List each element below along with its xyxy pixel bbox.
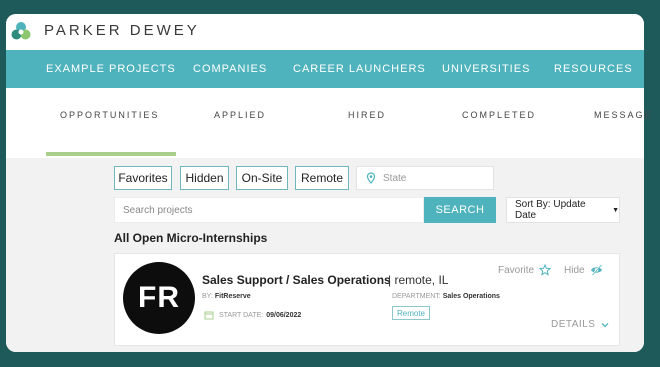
logo-icon[interactable] — [10, 20, 32, 42]
search-button[interactable]: SEARCH — [424, 197, 496, 223]
department-line: DEPARTMENT: Sales Operations — [392, 293, 500, 300]
company-avatar[interactable]: FR — [123, 262, 195, 334]
start-date-label: START DATE: — [219, 311, 264, 319]
start-date-value: 09/06/2022 — [266, 311, 302, 319]
nav-companies[interactable]: COMPANIES — [193, 63, 267, 75]
star-icon — [539, 264, 552, 276]
filter-onsite-button[interactable]: On-Site — [236, 166, 288, 190]
active-tab-indicator — [46, 152, 176, 156]
tab-opportunities[interactable]: OPPORTUNITIES — [60, 110, 159, 120]
tab-hired[interactable]: HIRED — [348, 110, 386, 120]
search-input[interactable]: Search projects — [114, 197, 424, 223]
filter-favorites-button[interactable]: Favorites — [114, 166, 172, 190]
location-pin-icon — [366, 172, 376, 184]
state-placeholder: State — [383, 172, 407, 184]
brand-name[interactable]: PARKER DEWEY — [44, 22, 200, 39]
top-header: PARKER DEWEY — [6, 14, 644, 48]
sort-dropdown[interactable]: Sort By: Update Date ▼ — [506, 197, 620, 223]
sort-label: Sort By: Update Date — [515, 199, 586, 221]
sub-tabs: OPPORTUNITIES APPLIED HIRED COMPLETED ME… — [6, 88, 651, 144]
tab-completed[interactable]: COMPLETED — [462, 110, 536, 120]
tab-applied[interactable]: APPLIED — [214, 110, 266, 120]
company-line: BY: FitReserve — [202, 293, 251, 300]
nav-career-launchers[interactable]: CAREER LAUNCHERS — [293, 63, 426, 75]
department-value: Sales Operations — [442, 293, 500, 300]
favorite-label: Favorite — [498, 264, 535, 276]
by-label: BY: — [202, 293, 213, 300]
favorite-toggle[interactable]: Favorite — [498, 264, 552, 276]
job-location: | remote, IL — [388, 273, 449, 287]
filter-remote-button[interactable]: Remote — [295, 166, 349, 190]
details-label: DETAILS — [551, 319, 596, 330]
company-name: FitReserve — [214, 293, 251, 300]
remote-tag: Remote — [392, 306, 430, 320]
department-label: DEPARTMENT: — [392, 293, 441, 300]
hide-label: Hide — [564, 264, 585, 276]
chevron-down-icon — [601, 322, 609, 327]
main-nav: EXAMPLE PROJECTS COMPANIES CAREER LAUNCH… — [6, 50, 644, 88]
filter-hidden-button[interactable]: Hidden — [180, 166, 229, 190]
nav-universities[interactable]: UNIVERSITIES — [442, 63, 530, 75]
tab-messages[interactable]: MESSAGE — [594, 110, 653, 120]
caret-down-icon: ▼ — [612, 206, 619, 214]
job-title[interactable]: Sales Support / Sales Operations — [202, 273, 391, 287]
nav-example-projects[interactable]: EXAMPLE PROJECTS — [46, 63, 176, 75]
calendar-icon — [204, 311, 214, 320]
state-filter-input[interactable]: State — [356, 166, 494, 190]
start-date-line: START DATE: 09/06/2022 — [204, 310, 301, 320]
hide-toggle[interactable]: Hide — [564, 264, 603, 276]
section-title: All Open Micro-Internships — [114, 231, 268, 245]
nav-resources[interactable]: RESOURCES — [554, 63, 633, 75]
details-toggle[interactable]: DETAILS — [551, 319, 609, 330]
eye-hide-icon — [590, 264, 602, 276]
